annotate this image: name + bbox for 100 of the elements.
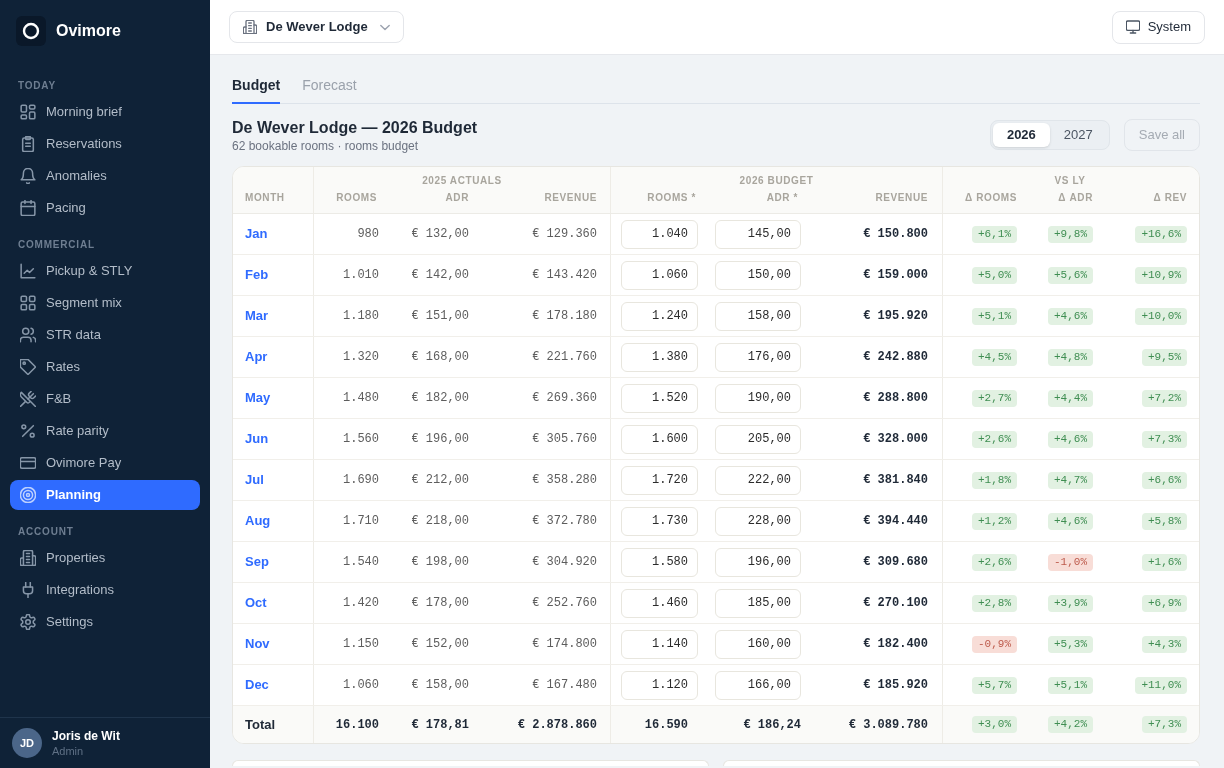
year-option[interactable]: 2027 [1049,123,1107,147]
table-cell-text: € 305.760 [531,431,598,448]
property-select[interactable]: De Wever Lodge [229,11,404,43]
table-cell-text: € 328.000 [862,431,929,448]
nav-item[interactable]: Ovimore Pay [10,448,200,478]
adr-input[interactable]: 166,00 [715,670,801,700]
table-cell-text: € 304.920 [531,554,598,571]
table-cell: 1.690 [313,460,389,500]
month-link[interactable]: Mar [245,306,269,326]
rooms-input[interactable]: 1.120 [621,670,698,700]
delta-badge: +5,6% [1048,266,1093,284]
brand-name: Ovimore [56,21,121,41]
column-header: ADR [445,191,469,205]
table-cell-text: € 381.840 [862,472,929,489]
table-cell: 1.420 [313,583,389,623]
delta-badge: +10,0% [1135,307,1187,325]
table-cell-text: € 185.920 [862,677,929,694]
tab[interactable]: Budget [232,72,281,104]
nav-item[interactable]: Morning brief [10,97,200,127]
table-cell-text: € 212,00 [410,472,470,489]
credit-card-icon [20,455,36,471]
month-link[interactable]: May [245,388,271,408]
delta-badge: +9,8% [1048,225,1093,243]
table-cell: 1.320 [313,337,389,377]
delta-badge: +7,3% [1142,430,1187,448]
column-group-header: 2025 ACTUALS [422,174,502,188]
delta-badge: +10,9% [1135,266,1187,284]
rooms-input[interactable]: 1.730 [621,506,698,536]
delta-badge: +4,6% [1048,430,1093,448]
table-cell: 1.560 [313,419,389,459]
month-link[interactable]: Aug [245,511,271,531]
nav-item[interactable]: Integrations [10,575,200,605]
month-link[interactable]: Jan [245,224,268,244]
nav-item[interactable]: Planning [10,480,200,510]
nav-item[interactable]: Pacing [10,193,200,223]
table-cell-text: € 252.760 [531,595,598,612]
delta-badge: +4,3% [1142,635,1187,653]
adr-input[interactable]: 176,00 [715,342,801,372]
delta-badge: +11,0% [1135,676,1187,694]
month-link[interactable]: Nov [245,634,270,654]
target-icon [20,487,36,503]
column-header: MONTH [245,191,285,205]
column-header: ROOMS [336,191,377,205]
adr-input[interactable]: 196,00 [715,547,801,577]
rooms-input[interactable]: 1.520 [621,383,698,413]
delta-badge: -1,0% [1048,553,1093,571]
column-group-header: VS LY [1054,174,1086,188]
delta-badge: +1,2% [972,512,1017,530]
table-cell-text: € 159.000 [862,267,929,284]
year-option[interactable]: 2026 [992,123,1050,147]
month-link[interactable]: Apr [245,347,268,367]
nav-item[interactable]: Pickup & STLY [10,256,200,286]
rooms-input[interactable]: 1.580 [621,547,698,577]
building-icon [20,550,36,566]
adr-input[interactable]: 150,00 [715,260,801,290]
month-link[interactable]: Jul [245,470,264,490]
adr-input[interactable]: 222,00 [715,465,801,495]
nav-item[interactable]: F&B [10,384,200,414]
adr-input[interactable]: 145,00 [715,219,801,249]
adr-input[interactable]: 205,00 [715,424,801,454]
delta-badge: +4,2% [1048,716,1093,733]
users-icon [20,327,36,343]
month-link[interactable]: Sep [245,552,269,572]
nav-item[interactable]: Settings [10,607,200,637]
nav-item[interactable]: Segment mix [10,288,200,318]
theme-button[interactable]: System [1111,10,1205,44]
adr-input[interactable]: 190,00 [715,383,801,413]
month-link[interactable]: Feb [245,265,269,285]
nav-item[interactable]: Reservations [10,129,200,159]
month-link[interactable]: Dec [245,675,269,695]
delta-badge: +2,6% [972,553,1017,571]
adr-input[interactable]: 185,00 [715,588,801,618]
rooms-input[interactable]: 1.140 [621,629,698,659]
nav-item[interactable]: Rate parity [10,416,200,446]
adr-input[interactable]: 160,00 [715,629,801,659]
delta-badge: +5,8% [1142,512,1187,530]
table-cell-text: € 270.100 [862,595,929,612]
table-cell-text: € 182.400 [862,636,929,653]
delta-badge: +7,3% [1142,716,1187,733]
table-cell: 1.150 [313,624,389,664]
month-link[interactable]: Oct [245,593,267,613]
delta-badge: +6,9% [1142,594,1187,612]
rooms-input[interactable]: 1.720 [621,465,698,495]
table-cell-text: € 218,00 [410,513,470,530]
month-link[interactable]: Jun [245,429,269,449]
nav-item[interactable]: Rates [10,352,200,382]
column-header: Δ ADR [1058,191,1093,205]
adr-input[interactable]: 228,00 [715,506,801,536]
rooms-input[interactable]: 1.060 [621,260,698,290]
rooms-input[interactable]: 1.240 [621,301,698,331]
adr-input[interactable]: 158,00 [715,301,801,331]
rooms-input[interactable]: 1.040 [621,219,698,249]
rooms-input[interactable]: 1.460 [621,588,698,618]
nav-item[interactable]: Properties [10,543,200,573]
column-header: REVENUE [544,191,597,205]
table-cell-text: € 195.920 [862,308,929,325]
nav-item[interactable]: STR data [10,320,200,350]
nav-item[interactable]: Anomalies [10,161,200,191]
rooms-input[interactable]: 1.380 [621,342,698,372]
rooms-input[interactable]: 1.600 [621,424,698,454]
